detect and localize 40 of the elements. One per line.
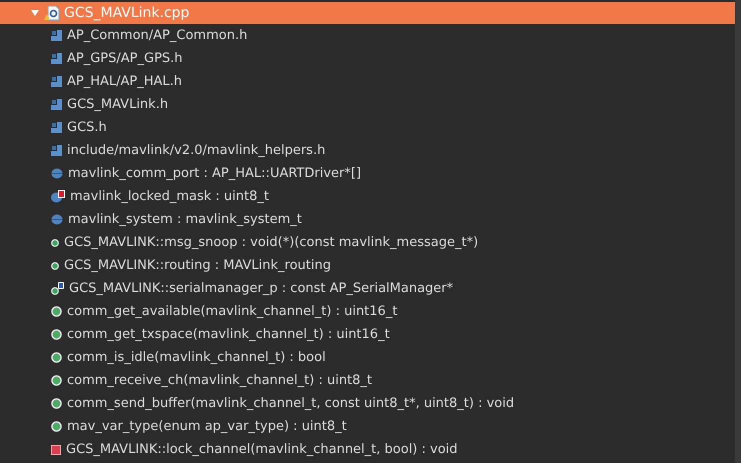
- function-icon: [51, 352, 62, 363]
- outline-item[interactable]: AP_Common/AP_Common.h: [0, 24, 735, 47]
- outline-item[interactable]: comm_receive_ch(mavlink_channel_t) : uint8_t: [0, 369, 735, 392]
- outline-item[interactable]: mavlink_locked_mask : uint8_t: [0, 185, 735, 208]
- include-icon: [51, 145, 62, 156]
- outline-item[interactable]: GCS_MAVLINK::msg_snoop : void(*)(const mavlink_message_t*): [0, 231, 735, 254]
- outline-item[interactable]: comm_get_txspace(mavlink_channel_t) : uint16_t: [0, 323, 735, 346]
- static-variable-icon: [51, 190, 65, 203]
- include-icon: [51, 122, 62, 133]
- outline-item[interactable]: GCS_MAVLINK::routing : MAVLink_routing: [0, 254, 735, 277]
- include-icon: [51, 53, 62, 64]
- outline-item[interactable]: include/mavlink/v2.0/mavlink_helpers.h: [0, 139, 735, 162]
- include-icon: [51, 99, 62, 110]
- include-icon: [51, 76, 62, 87]
- cpp-file-icon: [44, 5, 60, 21]
- outline-item[interactable]: mavlink_comm_port : AP_HAL::UARTDriver*[]: [0, 162, 735, 185]
- function-icon: [51, 306, 62, 317]
- function-icon: [51, 329, 62, 340]
- outline-item[interactable]: GCS.h: [0, 116, 735, 139]
- field-icon: [51, 262, 59, 270]
- private-function-icon: [51, 444, 61, 454]
- expanded-arrow-icon[interactable]: [30, 8, 40, 18]
- outline-item[interactable]: comm_is_idle(mavlink_channel_t) : bool: [0, 346, 735, 369]
- function-icon: [51, 398, 62, 409]
- const-field-icon: [51, 282, 64, 295]
- function-icon: [51, 421, 62, 432]
- include-icon: [51, 30, 62, 41]
- outline-item[interactable]: AP_GPS/AP_GPS.h: [0, 47, 735, 70]
- variable-icon: [51, 214, 63, 225]
- outline-item[interactable]: AP_HAL/AP_HAL.h: [0, 70, 735, 93]
- outline-item[interactable]: GCS_MAVLink.h: [0, 93, 735, 116]
- outline-item[interactable]: GCS_MAVLINK::lock_channel(mavlink_channel_t, bool) : void: [0, 438, 735, 461]
- outline-item[interactable]: mav_var_type(enum ap_var_type) : uint8_t: [0, 415, 735, 438]
- outline-item[interactable]: mavlink_system : mavlink_system_t: [0, 208, 735, 231]
- outline-item[interactable]: comm_send_buffer(mavlink_channel_t, const uint8_t*, uint8_t) : void: [0, 392, 735, 415]
- field-icon: [51, 238, 59, 246]
- variable-icon: [51, 168, 63, 179]
- function-icon: [51, 375, 62, 386]
- outline-item[interactable]: GCS_MAVLINK::serialmanager_p : const AP_SerialManager*: [0, 277, 735, 300]
- outline-item[interactable]: comm_get_available(mavlink_channel_t) : uint16_t: [0, 300, 735, 323]
